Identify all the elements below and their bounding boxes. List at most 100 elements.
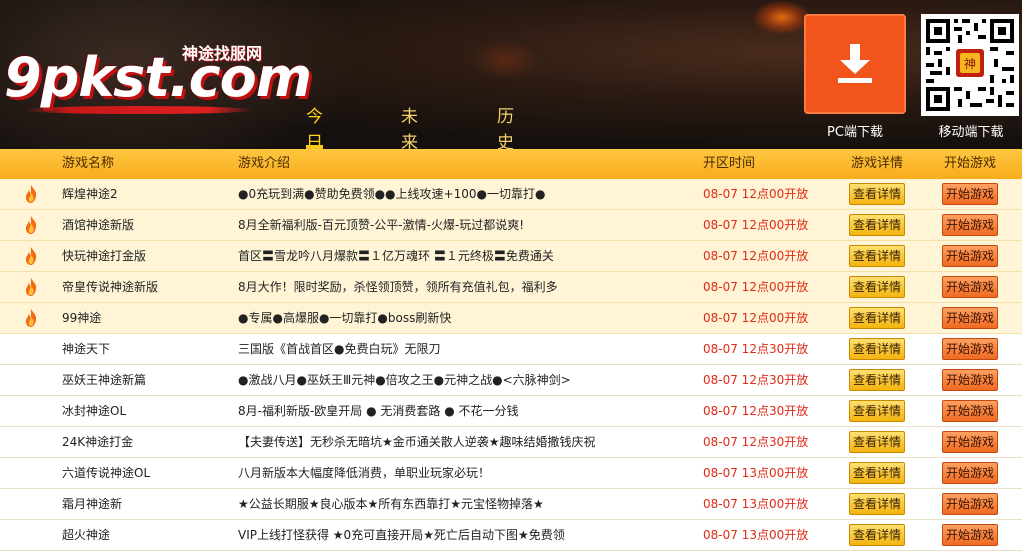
table-row: 神途天下 三国版《首战首区●免费白玩》无限刀 08-07 12点30开放 查看详情 开始… (0, 334, 1022, 365)
table-row: 酒馆神途新版 8月全新福利版-百元顶赞-公平-激情-火爆-玩过都说爽! 08-07 … (0, 210, 1022, 241)
table-row: 99神途 ●专属●高爆服●一切靠打●boss刷新快 08-07 12点00开放 查看详… (0, 303, 1022, 334)
pc-download-button[interactable] (804, 14, 906, 114)
detail-cell: 查看详情 (849, 462, 905, 484)
start-game-button[interactable]: 开始游戏 (942, 307, 998, 329)
play-cell: 开始游戏 (942, 524, 998, 546)
logo-text: 9pkst.com (4, 46, 312, 109)
open-time: 08-07 12点30开放 (703, 404, 809, 418)
game-name-link[interactable]: 巫妖王神途新篇 (62, 365, 146, 395)
tab-history[interactable]: 历史开区 (497, 104, 514, 149)
fire-icon (24, 210, 42, 234)
game-name-link[interactable]: 帝皇传说神途新版 (62, 272, 158, 302)
table-row: 六道传说神途OL 八月新版本大幅度降低消费，单职业玩家必玩！ 08-07 13点00… (0, 458, 1022, 489)
table-row: 24K神途打金 【夫妻传送】无秒杀无暗坑★金币通关散人逆袭★趣味结婚撒钱庆祝 08-… (0, 427, 1022, 458)
game-description: 8月-福利新版-欧皇开局 ● 无消费套路 ● 不花一分钱 (238, 404, 519, 418)
open-time: 08-07 12点00开放 (703, 249, 809, 263)
table-row: 霜月神途新 ★公益长期服★良心版本★所有东西靠打★元宝怪物掉落★ 08-07 13点… (0, 489, 1022, 520)
game-name-link[interactable]: 99神途 (62, 303, 101, 333)
view-details-button[interactable]: 查看详情 (849, 183, 905, 205)
header-desc: 游戏介绍 (238, 156, 291, 171)
view-details-button[interactable]: 查看详情 (849, 214, 905, 236)
table-row: 辉煌神途2 ●0充玩到满●赞助免费领●●上线攻速+100●一切靠打● 08-07 1… (0, 179, 1022, 210)
start-game-button[interactable]: 开始游戏 (942, 400, 998, 422)
download-icon (838, 44, 872, 83)
game-name-link[interactable]: 超火神途 (62, 520, 110, 550)
game-name-link[interactable]: 冰封神途OL (62, 396, 126, 426)
header-detail: 游戏详情 (851, 156, 904, 171)
game-description: ★公益长期服★良心版本★所有东西靠打★元宝怪物掉落★ (238, 497, 544, 511)
detail-cell: 查看详情 (849, 245, 905, 267)
view-details-button[interactable]: 查看详情 (849, 524, 905, 546)
game-name-link[interactable]: 六道传说神途OL (62, 458, 150, 488)
game-name-link[interactable]: 神途天下 (62, 334, 110, 364)
detail-cell: 查看详情 (849, 183, 905, 205)
qr-code-icon: 神 (923, 16, 1017, 114)
view-details-button[interactable]: 查看详情 (849, 338, 905, 360)
open-time: 08-07 12点00开放 (703, 187, 809, 201)
play-cell: 开始游戏 (942, 183, 998, 205)
svg-text:神: 神 (964, 57, 976, 71)
open-time: 08-07 12点30开放 (703, 373, 809, 387)
site-logo[interactable]: 神途找服网 9pkst.com (4, 38, 312, 118)
game-description: 8月全新福利版-百元顶赞-公平-激情-火爆-玩过都说爽! (238, 218, 525, 232)
view-details-button[interactable]: 查看详情 (849, 400, 905, 422)
tab-upcoming[interactable]: 未来开区 (401, 104, 418, 149)
view-details-button[interactable]: 查看详情 (849, 493, 905, 515)
start-game-button[interactable]: 开始游戏 (942, 338, 998, 360)
table-row: 超火神途 VIP上线打怪获得 ★0充可直接开局★死亡后自动下图★免费领 08-07 … (0, 520, 1022, 551)
pc-download-label[interactable]: PC端下载 (804, 121, 906, 140)
detail-cell: 查看详情 (849, 524, 905, 546)
game-name-link[interactable]: 快玩神途打金版 (62, 241, 146, 271)
table-row: 快玩神途打金版 首区〓雪龙吟八月爆款〓１亿万魂环 〓１元终极〓免费通关 08-07 … (0, 241, 1022, 272)
flame-decoration (752, 0, 812, 35)
game-description: 【夫妻传送】无秒杀无暗坑★金币通关散人逆袭★趣味结婚撒钱庆祝 (238, 435, 596, 449)
detail-cell: 查看详情 (849, 400, 905, 422)
table-row: 巫妖王神途新篇 ●激战八月●巫妖王Ⅲ元神●倍攻之王●元神之战●<六脉神剑> 08-0… (0, 365, 1022, 396)
game-name-link[interactable]: 24K神途打金 (62, 427, 133, 457)
view-details-button[interactable]: 查看详情 (849, 369, 905, 391)
view-details-button[interactable]: 查看详情 (849, 431, 905, 453)
game-description: ●激战八月●巫妖王Ⅲ元神●倍攻之王●元神之战●<六脉神剑> (238, 373, 571, 387)
detail-cell: 查看详情 (849, 493, 905, 515)
view-details-button[interactable]: 查看详情 (849, 245, 905, 267)
detail-cell: 查看详情 (849, 307, 905, 329)
play-cell: 开始游戏 (942, 338, 998, 360)
fire-icon (24, 179, 42, 203)
header-time: 开区时间 (703, 156, 756, 171)
view-details-button[interactable]: 查看详情 (849, 462, 905, 484)
detail-cell: 查看详情 (849, 369, 905, 391)
table-body: 辉煌神途2 ●0充玩到满●赞助免费领●●上线攻速+100●一切靠打● 08-07 1… (0, 179, 1022, 551)
open-time: 08-07 13点00开放 (703, 497, 809, 511)
table-row: 帝皇传说神途新版 8月大作！限时奖励，杀怪领顶赞，领所有充值礼包，福利多 08-07… (0, 272, 1022, 303)
game-name-link[interactable]: 辉煌神途2 (62, 179, 118, 209)
start-game-button[interactable]: 开始游戏 (942, 493, 998, 515)
start-game-button[interactable]: 开始游戏 (942, 276, 998, 298)
open-time: 08-07 12点00开放 (703, 280, 809, 294)
start-game-button[interactable]: 开始游戏 (942, 245, 998, 267)
play-cell: 开始游戏 (942, 493, 998, 515)
table-row: 冰封神途OL 8月-福利新版-欧皇开局 ● 无消费套路 ● 不花一分钱 08-07 … (0, 396, 1022, 427)
mobile-download-label[interactable]: 移动端下载 (921, 121, 1021, 140)
start-game-button[interactable]: 开始游戏 (942, 369, 998, 391)
game-description: VIP上线打怪获得 ★0充可直接开局★死亡后自动下图★免费领 (238, 528, 565, 542)
game-name-link[interactable]: 酒馆神途新版 (62, 210, 134, 240)
start-game-button[interactable]: 开始游戏 (942, 524, 998, 546)
start-game-button[interactable]: 开始游戏 (942, 431, 998, 453)
view-details-button[interactable]: 查看详情 (849, 276, 905, 298)
start-game-button[interactable]: 开始游戏 (942, 214, 998, 236)
start-game-button[interactable]: 开始游戏 (942, 183, 998, 205)
game-name-link[interactable]: 霜月神途新 (62, 489, 122, 519)
header-play: 开始游戏 (944, 156, 997, 171)
view-details-button[interactable]: 查看详情 (849, 307, 905, 329)
open-time: 08-07 12点30开放 (703, 435, 809, 449)
mobile-qr-code[interactable]: 神 (921, 14, 1019, 116)
table-header: 游戏名称 游戏介绍 开区时间 游戏详情 开始游戏 (0, 149, 1022, 179)
game-description: ●专属●高爆服●一切靠打●boss刷新快 (238, 311, 452, 325)
play-cell: 开始游戏 (942, 431, 998, 453)
start-game-button[interactable]: 开始游戏 (942, 462, 998, 484)
ember-decoration (470, 40, 540, 80)
open-time: 08-07 13点00开放 (703, 528, 809, 542)
open-time: 08-07 13点00开放 (703, 466, 809, 480)
tab-today[interactable]: 今日开区 (306, 104, 323, 149)
header-name: 游戏名称 (62, 156, 115, 171)
